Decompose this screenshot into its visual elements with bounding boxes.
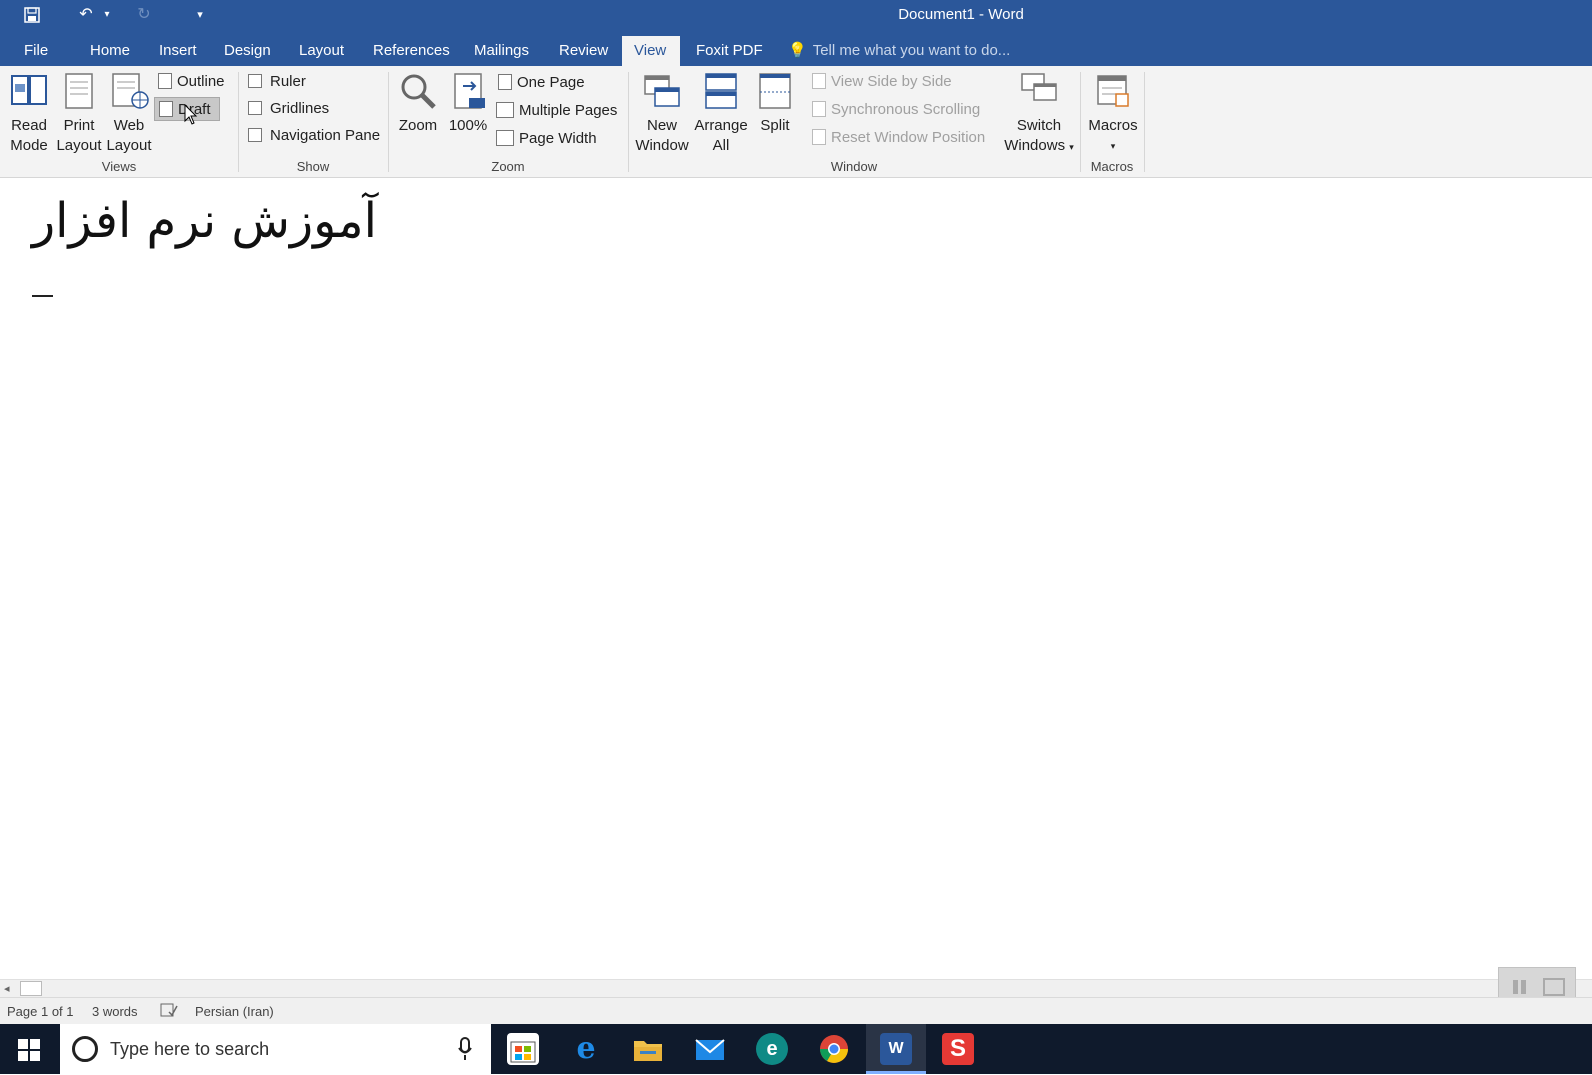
tab-view[interactable]: View bbox=[622, 36, 680, 66]
one-page-icon bbox=[498, 74, 512, 90]
new-window-button[interactable]: New Window bbox=[632, 72, 692, 156]
split-button[interactable]: Split bbox=[752, 72, 798, 136]
zoom-100-button[interactable]: 100% bbox=[446, 72, 490, 136]
tab-insert[interactable]: Insert bbox=[147, 36, 209, 66]
language-indicator[interactable]: Persian (Iran) bbox=[195, 1004, 274, 1019]
window-group-label: Window bbox=[830, 159, 878, 174]
show-group-label: Show bbox=[296, 159, 330, 174]
magnifier-icon bbox=[401, 74, 436, 109]
new-window-icon bbox=[644, 75, 680, 107]
gridlines-checkbox[interactable]: Gridlines bbox=[248, 97, 329, 121]
mouse-cursor-icon bbox=[184, 103, 198, 131]
store-icon[interactable] bbox=[507, 1033, 539, 1065]
proofing-icon[interactable] bbox=[160, 1003, 178, 1020]
dropdown-arrow-icon: ▾ bbox=[1069, 142, 1074, 152]
tab-mailings[interactable]: Mailings bbox=[462, 36, 541, 66]
reset-window-position-button[interactable]: Reset Window Position bbox=[812, 126, 985, 150]
tab-design[interactable]: Design bbox=[212, 36, 283, 66]
multiple-pages-button[interactable]: Multiple Pages bbox=[496, 99, 617, 123]
macros-group-label: Macros bbox=[1090, 159, 1134, 174]
group-divider bbox=[388, 72, 389, 172]
print-layout-icon bbox=[65, 73, 93, 109]
zoom-100-icon bbox=[454, 73, 485, 109]
ribbon: Read Mode Print Layout Web Layout Outlin… bbox=[0, 66, 1592, 178]
horizontal-scrollbar[interactable]: ◂ bbox=[0, 979, 1592, 997]
reset-window-icon bbox=[812, 129, 826, 145]
word-count[interactable]: 3 words bbox=[92, 1004, 138, 1019]
screen-recorder-app-icon[interactable]: S bbox=[942, 1033, 974, 1065]
outline-icon bbox=[158, 73, 172, 89]
multiple-pages-icon bbox=[496, 102, 514, 118]
read-mode-button[interactable]: Read Mode bbox=[6, 72, 52, 156]
synchronous-scrolling-button[interactable]: Synchronous Scrolling bbox=[812, 98, 980, 122]
taskbar-search-box[interactable]: Type here to search bbox=[60, 1024, 491, 1074]
page-width-icon bbox=[496, 130, 514, 146]
document-canvas[interactable]: آموزش نرم افزار bbox=[0, 179, 1592, 979]
file-explorer-icon[interactable] bbox=[632, 1033, 664, 1065]
read-mode-icon bbox=[11, 75, 47, 105]
one-page-button[interactable]: One Page bbox=[498, 71, 585, 95]
tab-review[interactable]: Review bbox=[547, 36, 620, 66]
window-title: Document1 - Word bbox=[898, 6, 1024, 23]
dropdown-arrow-icon: ▾ bbox=[1110, 141, 1116, 151]
outline-button[interactable]: Outline bbox=[158, 70, 225, 94]
title-bar: ↶ ▾ ↻ ▾ Document1 - Word bbox=[0, 0, 1592, 30]
switch-windows-button[interactable]: Switch Windows ▾ bbox=[1000, 72, 1078, 157]
pause-icon bbox=[1513, 980, 1518, 994]
view-side-by-side-button[interactable]: View Side by Side bbox=[812, 70, 952, 94]
chrome-icon[interactable] bbox=[818, 1033, 850, 1065]
tab-home[interactable]: Home bbox=[78, 36, 142, 66]
screen-icon bbox=[1543, 978, 1565, 996]
arrange-all-button[interactable]: Arrange All bbox=[692, 72, 750, 156]
group-divider bbox=[628, 72, 629, 172]
lightbulb-icon: 💡 bbox=[788, 42, 807, 59]
macros-icon bbox=[1097, 75, 1129, 107]
taskbar-search-placeholder: Type here to search bbox=[110, 1039, 270, 1059]
print-layout-button[interactable]: Print Layout bbox=[56, 72, 102, 156]
web-layout-button[interactable]: Web Layout bbox=[106, 72, 152, 156]
tell-me-box[interactable]: 💡 Tell me what you want to do... bbox=[788, 36, 1010, 66]
scroll-left-icon[interactable]: ◂ bbox=[4, 982, 10, 995]
tab-file[interactable]: File bbox=[12, 36, 60, 66]
eset-icon[interactable]: e bbox=[756, 1033, 788, 1065]
web-layout-icon bbox=[112, 73, 149, 109]
ruler-checkbox[interactable]: Ruler bbox=[248, 70, 306, 94]
cortana-icon bbox=[72, 1036, 98, 1062]
windows-start-icon[interactable] bbox=[18, 1039, 40, 1066]
page-count[interactable]: Page 1 of 1 bbox=[7, 1004, 74, 1019]
views-group-label: Views bbox=[101, 159, 137, 174]
status-bar: Page 1 of 1 3 words Persian (Iran) bbox=[0, 997, 1592, 1024]
word-icon: W bbox=[880, 1033, 912, 1065]
ribbon-tabs: File Home Insert Design Layout Reference… bbox=[0, 30, 1592, 66]
tell-me-placeholder: Tell me what you want to do... bbox=[812, 42, 1011, 59]
group-divider bbox=[1080, 72, 1081, 172]
tab-layout[interactable]: Layout bbox=[287, 36, 356, 66]
macros-button[interactable]: Macros ▾ bbox=[1084, 72, 1142, 156]
edge-browser-icon[interactable]: e bbox=[570, 1033, 602, 1065]
group-divider bbox=[238, 72, 239, 172]
tab-references[interactable]: References bbox=[361, 36, 462, 66]
navigation-pane-checkbox[interactable]: Navigation Pane bbox=[248, 124, 380, 148]
page-width-button[interactable]: Page Width bbox=[496, 127, 597, 151]
draft-icon bbox=[159, 101, 173, 117]
tab-foxit-pdf[interactable]: Foxit PDF bbox=[684, 36, 775, 66]
scroll-thumb[interactable] bbox=[20, 981, 42, 996]
microphone-icon[interactable] bbox=[458, 1037, 472, 1066]
switch-windows-icon bbox=[1021, 73, 1057, 101]
document-heading[interactable]: آموزش نرم افزار bbox=[32, 193, 377, 249]
mail-icon[interactable] bbox=[694, 1033, 726, 1065]
side-by-side-icon bbox=[812, 73, 826, 89]
sync-scroll-icon bbox=[812, 101, 826, 117]
text-cursor bbox=[32, 295, 53, 297]
zoom-group-label: Zoom bbox=[491, 159, 525, 174]
taskbar-word-active[interactable]: W bbox=[866, 1024, 926, 1074]
windows-taskbar: Type here to search e e W S bbox=[0, 1024, 1592, 1074]
zoom-button[interactable]: Zoom bbox=[394, 72, 442, 136]
split-icon bbox=[759, 73, 791, 109]
group-divider bbox=[1144, 72, 1145, 172]
arrange-all-icon bbox=[705, 73, 737, 109]
